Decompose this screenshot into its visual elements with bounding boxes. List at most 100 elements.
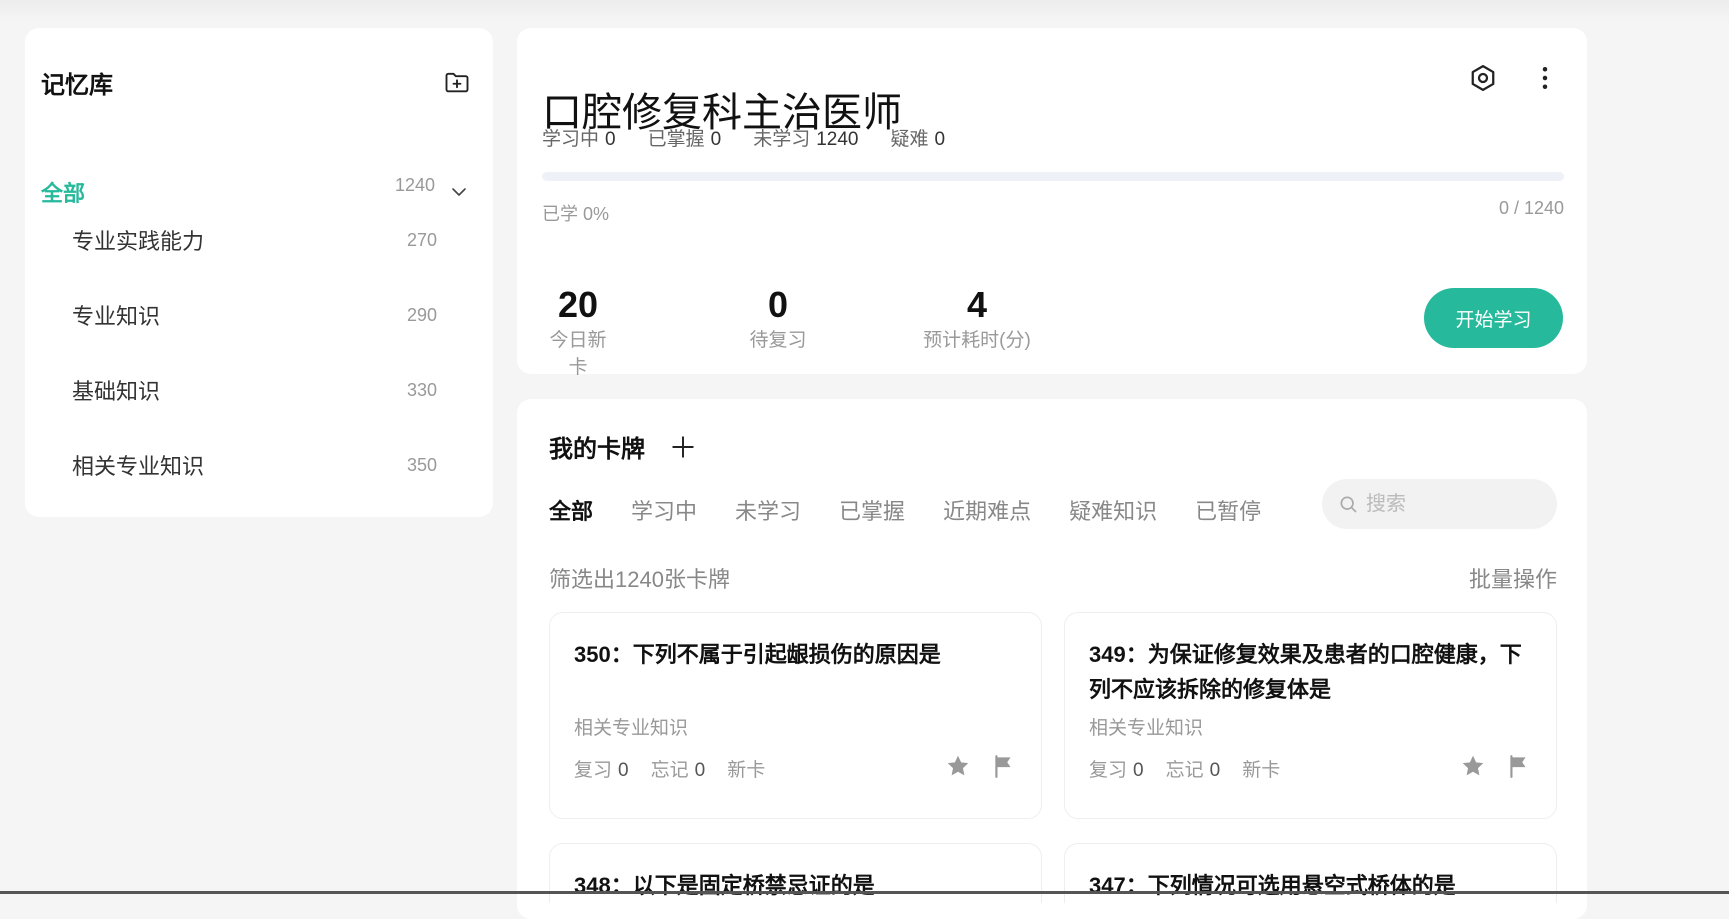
card-actions xyxy=(945,753,1017,779)
deck-settings-button[interactable] xyxy=(1467,62,1499,94)
metric-value: 20 xyxy=(557,284,599,325)
card-status: 新卡 xyxy=(727,760,766,781)
sidebar-item-professional[interactable]: 专业知识 290 xyxy=(72,293,437,337)
search-icon xyxy=(1340,496,1357,513)
tab-paused[interactable]: 已暂停 xyxy=(1195,494,1261,526)
card-category: 相关专业知识 xyxy=(1089,718,1204,739)
window-top-edge xyxy=(0,0,1729,22)
card-status: 新卡 xyxy=(1242,760,1281,781)
stat-value: 1240 xyxy=(816,129,859,150)
sidebar-item-label: 专业实践能力 xyxy=(72,229,205,254)
card-title: 348：以下是固定桥禁忌证的是 xyxy=(574,873,875,898)
card-item[interactable]: 349：为保证修复效果及患者的口腔健康，下列不应该拆除的修复体是 相关专业知识 … xyxy=(1064,612,1557,819)
metric-value: 0 xyxy=(767,284,789,325)
settings-icon xyxy=(1471,65,1495,91)
star-icon[interactable] xyxy=(1460,753,1486,779)
stat-difficult: 疑难 0 xyxy=(890,124,945,151)
cards-header: 我的卡牌 xyxy=(549,429,699,464)
progress-percent: 已学 0% xyxy=(542,204,610,224)
sidebar-item-label: 专业知识 xyxy=(72,304,161,329)
deck-actions xyxy=(1467,62,1561,94)
stat-label: 忘记 xyxy=(1165,760,1204,781)
sidebar-header: 记忆库 xyxy=(41,62,473,102)
stat-value: 0 xyxy=(605,129,616,150)
stat-label: 复习 xyxy=(574,760,613,781)
card-item[interactable]: 350：下列不属于引起龈损伤的原因是 相关专业知识 复习 0 忘记 0 新卡 xyxy=(549,612,1042,819)
tab-mastered[interactable]: 已掌握 xyxy=(839,494,905,526)
card-item[interactable]: 348：以下是固定桥禁忌证的是 xyxy=(549,843,1042,903)
metric-due-review: 0 待复习 xyxy=(742,285,814,352)
memory-library-sidebar: 记忆库 全部 1240 专业实践能力 270 专业知识 290 基础知识 330… xyxy=(25,28,493,517)
sidebar-item-count: 290 xyxy=(406,304,437,325)
stat-label: 已掌握 xyxy=(647,129,705,150)
more-vertical-icon xyxy=(1542,67,1548,89)
stat-label: 忘记 xyxy=(650,760,689,781)
card-filter-tabs: 全部 学习中 未学习 已掌握 近期难点 疑难知识 已暂停 xyxy=(549,494,1261,526)
sidebar-item-basic[interactable]: 基础知识 330 xyxy=(72,368,437,412)
progress-count: 0 / 1240 xyxy=(1498,198,1564,218)
tab-learning[interactable]: 学习中 xyxy=(631,494,697,526)
search-input[interactable] xyxy=(1366,492,1536,516)
stat-label: 疑难 xyxy=(890,129,929,150)
sidebar-all-label: 全部 xyxy=(41,181,86,206)
card-forget-count: 忘记 0 xyxy=(1166,755,1221,782)
sidebar-item-all[interactable]: 全部 1240 xyxy=(41,170,469,214)
cards-title: 我的卡牌 xyxy=(549,436,645,463)
metric-new-cards: 20 今日新卡 xyxy=(542,285,614,379)
sidebar-all-count: 1240 xyxy=(394,174,435,195)
flag-icon[interactable] xyxy=(991,753,1017,779)
sidebar-item-count: 330 xyxy=(406,379,437,400)
deck-overview-panel: 口腔修复科主治医师 学习中 0 已掌握 0 未学习 1240 疑难 0 已学 0% 0 … xyxy=(517,28,1587,378)
card-forget-count: 忘记 0 xyxy=(651,755,706,782)
card-title: 347：下列情况可选用悬空式桥体的是 xyxy=(1089,873,1456,898)
new-folder-button[interactable] xyxy=(441,66,473,98)
tab-unlearned[interactable]: 未学习 xyxy=(735,494,801,526)
sidebar-title: 记忆库 xyxy=(41,71,113,99)
flag-icon[interactable] xyxy=(1506,753,1532,779)
card-stats: 复习 0 忘记 0 新卡 xyxy=(574,755,765,782)
metric-value: 4 xyxy=(966,284,988,325)
card-actions xyxy=(1460,753,1532,779)
stat-learning: 学习中 0 xyxy=(542,124,616,151)
tab-recent-difficult[interactable]: 近期难点 xyxy=(943,494,1031,526)
my-cards-panel: 我的卡牌 全部 学习中 未学习 已掌握 近期难点 疑难知识 已暂停 筛选出124… xyxy=(517,399,1587,919)
deck-more-button[interactable] xyxy=(1529,62,1561,94)
metric-label: 今日新卡 xyxy=(549,330,607,378)
sidebar-item-related[interactable]: 相关专业知识 350 xyxy=(72,443,437,487)
sidebar-item-label: 相关专业知识 xyxy=(72,454,205,479)
sidebar-item-label: 基础知识 xyxy=(72,379,161,404)
metric-label: 预计耗时(分) xyxy=(923,330,1031,351)
metric-label: 待复习 xyxy=(749,330,807,351)
stat-value: 0 xyxy=(934,129,946,150)
add-card-button[interactable] xyxy=(667,431,699,463)
start-learning-button[interactable]: 开始学习 xyxy=(1424,288,1563,348)
stat-label: 未学习 xyxy=(753,129,811,150)
sidebar-item-count: 350 xyxy=(406,454,437,475)
chevron-down-icon[interactable] xyxy=(449,182,469,202)
card-category: 相关专业知识 xyxy=(574,718,689,739)
sidebar-all-meta: 1240 xyxy=(395,175,469,202)
card-review-count: 复习 0 xyxy=(574,755,629,782)
deck-status-counts: 学习中 0 已掌握 0 未学习 1240 疑难 0 xyxy=(542,124,945,151)
sidebar-item-count: 270 xyxy=(406,229,437,250)
stat-value: 0 xyxy=(710,129,722,150)
tab-difficult-knowledge[interactable]: 疑难知识 xyxy=(1069,494,1157,526)
plus-icon xyxy=(672,435,694,458)
learning-progress-bar xyxy=(542,172,1564,181)
tab-all[interactable]: 全部 xyxy=(549,494,593,526)
card-search-box xyxy=(1322,479,1557,529)
card-title: 349：为保证修复效果及患者的口腔健康，下列不应该拆除的修复体是 xyxy=(1089,642,1522,702)
stat-label: 学习中 xyxy=(542,129,600,150)
batch-operation-button[interactable]: 批量操作 xyxy=(1469,562,1557,594)
stat-label: 复习 xyxy=(1089,760,1128,781)
card-stats: 复习 0 忘记 0 新卡 xyxy=(1089,755,1280,782)
stat-value: 0 xyxy=(1133,760,1144,781)
card-item[interactable]: 347：下列情况可选用悬空式桥体的是 xyxy=(1064,843,1557,903)
sidebar-item-practice[interactable]: 专业实践能力 270 xyxy=(72,218,437,262)
star-icon[interactable] xyxy=(945,753,971,779)
filter-result-count: 筛选出1240张卡牌 xyxy=(549,567,730,592)
stat-mastered: 已掌握 0 xyxy=(648,124,722,151)
stat-value: 0 xyxy=(1209,760,1221,781)
stat-value: 0 xyxy=(618,760,629,781)
stat-unlearned: 未学习 1240 xyxy=(753,124,858,151)
